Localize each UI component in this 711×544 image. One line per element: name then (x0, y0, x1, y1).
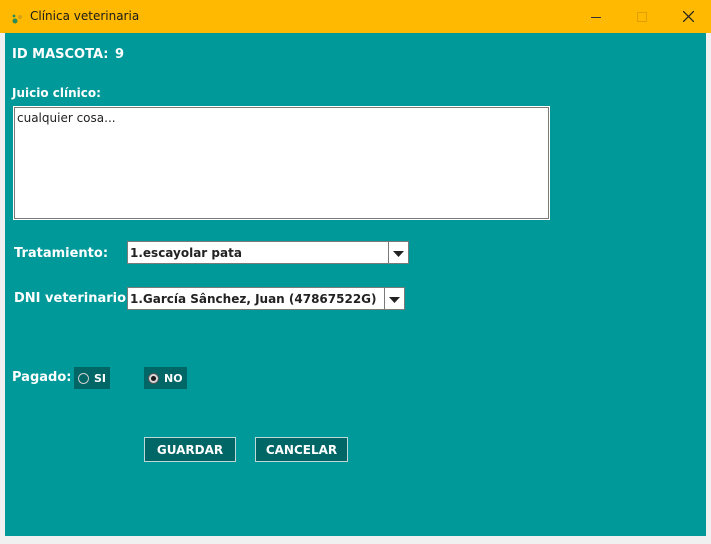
treatment-label: Tratamiento: (14, 246, 109, 261)
vet-selected-value: 1.García Sânchez, Juan (47867522G) (130, 292, 377, 306)
pet-id-label: ID MASCOTA: (12, 47, 109, 62)
maximize-icon (637, 7, 647, 26)
chevron-down-icon (393, 243, 404, 262)
vet-dni-select[interactable]: 1.García Sânchez, Juan (47867522G) (127, 287, 405, 310)
paid-yes-label: SI (94, 371, 107, 385)
radio-checked-icon (148, 372, 159, 384)
paid-yes-radio[interactable]: SI (74, 367, 110, 389)
window-title: Clínica veterinaria (30, 9, 140, 23)
vet-dni-label: DNI veterinario: (14, 291, 132, 306)
paw-app-icon (11, 10, 24, 24)
treatment-selected-value: 1.escayolar pata (130, 246, 242, 260)
minimize-icon (591, 7, 601, 26)
paid-no-radio[interactable]: NO (144, 367, 187, 389)
form-panel: ID MASCOTA: 9 Juicio clínico: cualquier … (5, 33, 706, 536)
paid-no-label: NO (164, 371, 183, 385)
treatment-select[interactable]: 1.escayolar pata (127, 241, 409, 264)
radio-unchecked-icon (78, 372, 89, 384)
minimize-button[interactable] (573, 0, 619, 33)
close-icon (682, 7, 694, 26)
dropdown-arrow-button[interactable] (384, 288, 404, 309)
close-button[interactable] (665, 0, 711, 33)
cancel-button[interactable]: CANCELAR (255, 437, 348, 462)
paid-label: Pagado: (12, 370, 72, 385)
title-bar[interactable]: Clínica veterinaria (0, 0, 711, 33)
pet-id-value: 9 (115, 47, 125, 62)
dropdown-arrow-button[interactable] (388, 242, 408, 263)
save-button[interactable]: GUARDAR (144, 437, 236, 462)
clinical-judgment-textarea[interactable]: cualquier cosa... (13, 106, 550, 220)
maximize-button[interactable] (619, 0, 665, 33)
chevron-down-icon (389, 289, 400, 308)
clinical-judgment-label: Juicio clínico: (12, 86, 101, 100)
